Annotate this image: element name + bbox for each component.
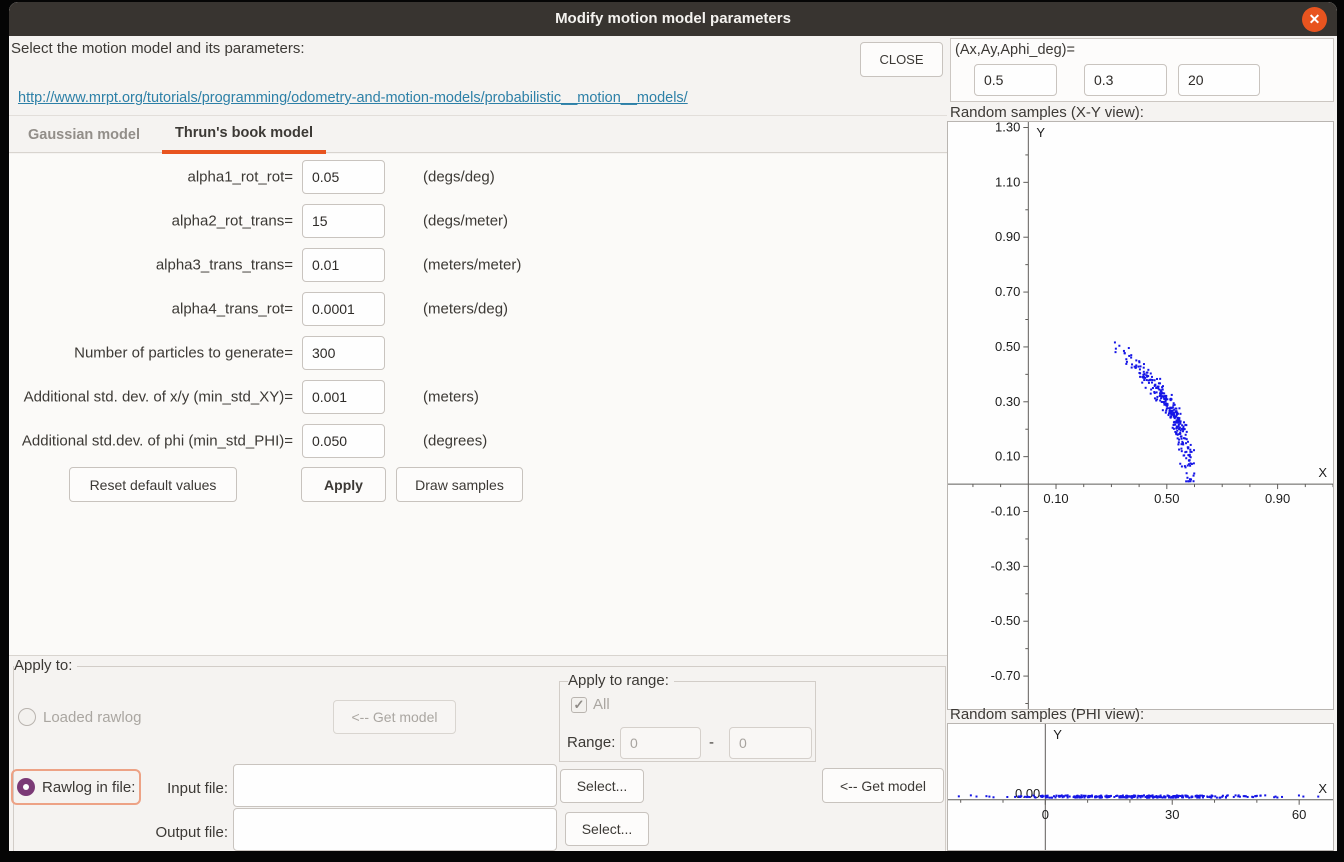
- y-tick-label: -0.30: [991, 558, 1021, 573]
- y-tick-label: -0.50: [991, 613, 1021, 628]
- scatter-points: [1114, 341, 1195, 482]
- min-std-xy-label: Additional std. dev. of x/y (min_std_XY)…: [9, 389, 293, 406]
- thrun-model-panel: alpha1_rot_rot= (degs/deg) alpha2_rot_tr…: [9, 154, 947, 656]
- particles-label: Number of particles to generate=: [9, 345, 293, 362]
- alpha4-input[interactable]: [302, 292, 385, 326]
- tab-thruns-book-model[interactable]: Thrun's book model: [162, 116, 326, 154]
- alpha1-input[interactable]: [302, 160, 385, 194]
- x-tick-label: 0: [1042, 807, 1049, 822]
- output-file-label: Output file:: [148, 824, 228, 841]
- range-to-input: [729, 727, 812, 759]
- apply-to-range-group: Apply to range: ✓ All Range: -: [559, 681, 816, 762]
- y-tick-label: -0.70: [991, 668, 1021, 683]
- loaded-rawlog-label: Loaded rawlog: [43, 709, 141, 726]
- input-file-label: Input file:: [148, 780, 228, 797]
- phi-scatter-canvas[interactable]: 030600.00XY: [948, 724, 1333, 850]
- form-row-alpha2: alpha2_rot_trans= (degs/meter): [9, 204, 569, 238]
- loaded-rawlog-radio: [18, 708, 36, 726]
- min-std-phi-input[interactable]: [302, 424, 385, 458]
- alpha3-label: alpha3_trans_trans=: [9, 257, 293, 274]
- input-file-field[interactable]: [233, 764, 557, 807]
- output-file-field[interactable]: [233, 808, 557, 851]
- alpha2-unit: (degs/meter): [423, 213, 508, 230]
- alpha2-label: alpha2_rot_trans=: [9, 213, 293, 230]
- phi-scatter-chart[interactable]: 030600.00XY: [947, 723, 1334, 851]
- window-title: Modify motion model parameters: [9, 10, 1337, 27]
- x-tick-label: 30: [1165, 807, 1179, 822]
- y-tick-label: 1.30: [995, 122, 1020, 134]
- alpha4-label: alpha4_trans_rot=: [9, 301, 293, 318]
- draw-samples-button[interactable]: Draw samples: [396, 467, 523, 502]
- all-checkbox-label: All: [593, 696, 610, 713]
- form-row-min-std-phi: Additional std.dev. of phi (min_std_PHI)…: [9, 424, 569, 458]
- x-tick-label: 0.50: [1154, 491, 1179, 506]
- ay-input[interactable]: [1084, 64, 1167, 96]
- x-tick-label: 60: [1292, 807, 1306, 822]
- aphi-input[interactable]: [1178, 64, 1260, 96]
- x-axis-letter: X: [1318, 781, 1327, 796]
- dialog-window: Modify motion model parameters ✕ Select …: [9, 2, 1337, 851]
- form-row-alpha4: alpha4_trans_rot= (meters/deg): [9, 292, 569, 326]
- x-tick-label: 0.90: [1265, 491, 1290, 506]
- y-tick-label: 0.30: [995, 394, 1020, 409]
- close-button[interactable]: CLOSE: [860, 42, 943, 77]
- get-model-bottom-button[interactable]: <-- Get model: [822, 768, 944, 803]
- alpha1-label: alpha1_rot_rot=: [9, 169, 293, 186]
- phi-chart-title: Random samples (PHI view):: [950, 706, 1144, 723]
- y-tick-label: -0.10: [991, 504, 1021, 519]
- alpha3-input[interactable]: [302, 248, 385, 282]
- select-input-file-button[interactable]: Select...: [560, 769, 644, 803]
- apply-to-range-legend: Apply to range:: [568, 672, 674, 689]
- y-tick-label: 1.10: [995, 174, 1020, 189]
- title-bar[interactable]: Modify motion model parameters ✕: [9, 2, 1337, 36]
- rawlog-in-file-label[interactable]: Rawlog in file:: [42, 779, 135, 796]
- xy-scatter-chart[interactable]: 0.10 0.50 0.90 1.30 1.10 0.90 0.70 0.50 0.30 0.10…: [947, 121, 1334, 710]
- form-row-alpha3: alpha3_trans_trans= (meters/meter): [9, 248, 569, 282]
- form-row-min-std-xy: Additional std. dev. of x/y (min_std_XY)…: [9, 380, 569, 414]
- y-axis-letter: Y: [1036, 125, 1045, 140]
- tab-bar: Gaussian model Thrun's book model: [9, 115, 947, 153]
- select-output-file-button[interactable]: Select...: [565, 812, 649, 846]
- y-tick-label: 0.70: [995, 284, 1020, 299]
- get-model-top-button: <-- Get model: [333, 700, 456, 734]
- form-row-particles: Number of particles to generate=: [9, 336, 569, 370]
- y-tick-label: 0.90: [995, 229, 1020, 244]
- alpha4-unit: (meters/deg): [423, 301, 508, 318]
- desktop-background: Modify motion model parameters ✕ Select …: [0, 0, 1344, 862]
- x-axis-letter: X: [1318, 465, 1327, 480]
- reset-default-values-button[interactable]: Reset default values: [69, 467, 237, 502]
- apply-to-legend: Apply to:: [14, 657, 77, 674]
- scatter-points: [958, 794, 1319, 798]
- xy-chart-title: Random samples (X-Y view):: [950, 104, 1144, 121]
- instruction-text: Select the motion model and its paramete…: [11, 40, 304, 57]
- tab-gaussian-model[interactable]: Gaussian model: [9, 116, 159, 154]
- min-std-xy-unit: (meters): [423, 389, 479, 406]
- min-std-phi-unit: (degrees): [423, 433, 487, 450]
- particles-input[interactable]: [302, 336, 385, 370]
- pose-increment-label: (Ax,Ay,Aphi_deg)=: [955, 42, 1075, 58]
- all-checkbox: ✓: [571, 697, 587, 713]
- form-row-alpha1: alpha1_rot_rot= (degs/deg): [9, 160, 569, 194]
- pose-increment-panel: (Ax,Ay,Aphi_deg)=: [950, 38, 1334, 102]
- window-close-icon[interactable]: ✕: [1302, 7, 1327, 32]
- range-label: Range:: [567, 734, 615, 751]
- tutorial-link[interactable]: http://www.mrpt.org/tutorials/programmin…: [18, 90, 688, 106]
- y-tick-label: 0.10: [995, 449, 1020, 464]
- min-std-phi-label: Additional std.dev. of phi (min_std_PHI)…: [9, 433, 293, 450]
- x-tick-label: 0.10: [1043, 491, 1068, 506]
- range-separator: -: [709, 734, 714, 751]
- rawlog-in-file-radio[interactable]: [17, 778, 35, 796]
- ax-input[interactable]: [974, 64, 1057, 96]
- alpha3-unit: (meters/meter): [423, 257, 521, 274]
- alpha1-unit: (degs/deg): [423, 169, 495, 186]
- alpha2-input[interactable]: [302, 204, 385, 238]
- y-tick-label: 0.50: [995, 339, 1020, 354]
- y-axis-letter: Y: [1053, 727, 1062, 742]
- xy-scatter-canvas[interactable]: 0.10 0.50 0.90 1.30 1.10 0.90 0.70 0.50 0.30 0.10…: [948, 122, 1333, 709]
- apply-button[interactable]: Apply: [301, 467, 386, 502]
- min-std-xy-input[interactable]: [302, 380, 385, 414]
- range-from-input: [620, 727, 701, 759]
